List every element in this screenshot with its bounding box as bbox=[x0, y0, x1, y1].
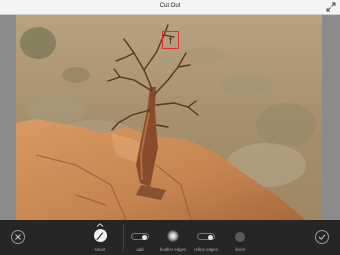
tool-invert-label: invert bbox=[234, 247, 246, 252]
confirm-button[interactable] bbox=[315, 230, 329, 244]
invert-circle-icon bbox=[235, 232, 245, 242]
expand-arrows-icon[interactable] bbox=[326, 2, 336, 12]
toggle-icon bbox=[131, 233, 149, 240]
cancel-button[interactable] bbox=[11, 230, 25, 244]
brush-icon bbox=[94, 229, 107, 242]
soft-dot-icon bbox=[167, 230, 179, 242]
figure-icon bbox=[169, 36, 172, 44]
image-canvas[interactable] bbox=[0, 15, 340, 220]
tool-smart[interactable]: smart bbox=[93, 223, 107, 253]
selection-marker[interactable] bbox=[162, 31, 179, 49]
title-bar: Cut Out bbox=[0, 0, 340, 15]
tool-invert[interactable]: invert bbox=[233, 225, 247, 253]
window-title: Cut Out bbox=[159, 3, 181, 9]
close-icon bbox=[15, 234, 21, 240]
checkmark-icon bbox=[318, 234, 326, 240]
toggle-icon bbox=[197, 233, 215, 240]
selected-caret-icon bbox=[96, 223, 104, 227]
